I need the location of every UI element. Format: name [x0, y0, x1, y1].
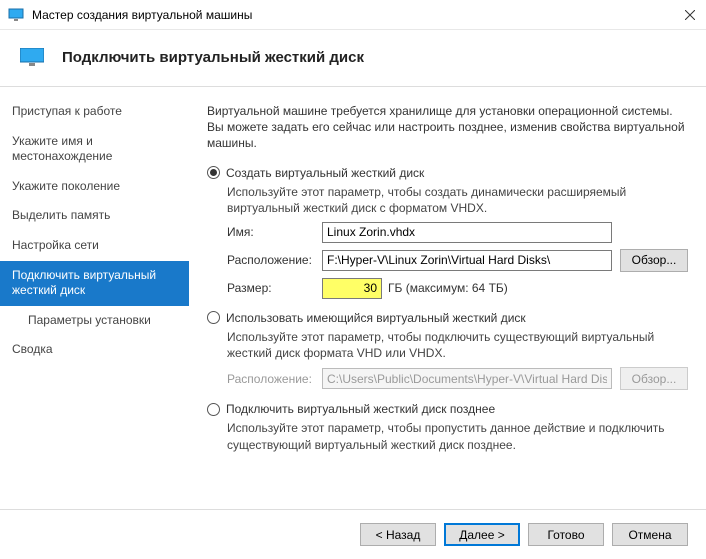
intro-text: Виртуальной машине требуется хранилище д… — [207, 103, 688, 152]
footer: < Назад Далее > Готово Отмена — [0, 509, 706, 559]
close-icon[interactable] — [682, 7, 698, 23]
location-label: Расположение: — [227, 253, 322, 267]
location-input[interactable] — [322, 250, 612, 271]
next-button[interactable]: Далее > — [444, 523, 520, 546]
name-label: Имя: — [227, 225, 322, 239]
name-input[interactable] — [322, 222, 612, 243]
page-title: Подключить виртуальный жесткий диск — [62, 49, 364, 66]
option-create-desc: Используйте этот параметр, чтобы создать… — [227, 184, 688, 216]
nav-step-summary[interactable]: Сводка — [0, 335, 189, 365]
size-unit: ГБ (максимум: 64 ТБ) — [388, 281, 508, 295]
radio-existing-label: Использовать имеющийся виртуальный жестк… — [226, 311, 526, 325]
main-panel: Виртуальной машине требуется хранилище д… — [189, 87, 706, 516]
monitor-icon — [20, 48, 44, 66]
nav-step-disk[interactable]: Подключить виртуальный жесткий диск — [0, 261, 189, 306]
page-header: Подключить виртуальный жесткий диск — [0, 30, 706, 86]
window-title: Мастер создания виртуальной машины — [32, 8, 682, 22]
option-existing: Использовать имеющийся виртуальный жестк… — [207, 311, 688, 390]
option-later: Подключить виртуальный жесткий диск позд… — [207, 402, 688, 452]
radio-existing[interactable] — [207, 311, 220, 324]
titlebar: Мастер создания виртуальной машины — [0, 0, 706, 30]
nav-step-network[interactable]: Настройка сети — [0, 231, 189, 261]
back-button[interactable]: < Назад — [360, 523, 436, 546]
finish-button[interactable]: Готово — [528, 523, 604, 546]
cancel-button[interactable]: Отмена — [612, 523, 688, 546]
existing-location-label: Расположение: — [227, 372, 322, 386]
option-create: Создать виртуальный жесткий диск Использ… — [207, 166, 688, 299]
radio-later-label: Подключить виртуальный жесткий диск позд… — [226, 402, 495, 416]
nav-step-install[interactable]: Параметры установки — [0, 306, 189, 336]
nav-step-memory[interactable]: Выделить память — [0, 201, 189, 231]
size-input[interactable] — [322, 278, 382, 299]
nav-step-generation[interactable]: Укажите поколение — [0, 172, 189, 202]
existing-location-input — [322, 368, 612, 389]
browse-button[interactable]: Обзор... — [620, 249, 688, 272]
nav-step-name[interactable]: Укажите имя и местонахождение — [0, 127, 189, 172]
radio-create[interactable] — [207, 166, 220, 179]
option-later-desc: Используйте этот параметр, чтобы пропуст… — [227, 420, 688, 452]
wizard-nav: Приступая к работе Укажите имя и местона… — [0, 87, 189, 516]
nav-step-start[interactable]: Приступая к работе — [0, 97, 189, 127]
option-existing-desc: Используйте этот параметр, чтобы подключ… — [227, 329, 688, 361]
radio-later[interactable] — [207, 403, 220, 416]
radio-create-label: Создать виртуальный жесткий диск — [226, 166, 424, 180]
size-label: Размер: — [227, 281, 322, 295]
existing-browse-button: Обзор... — [620, 367, 688, 390]
app-icon — [8, 7, 24, 23]
